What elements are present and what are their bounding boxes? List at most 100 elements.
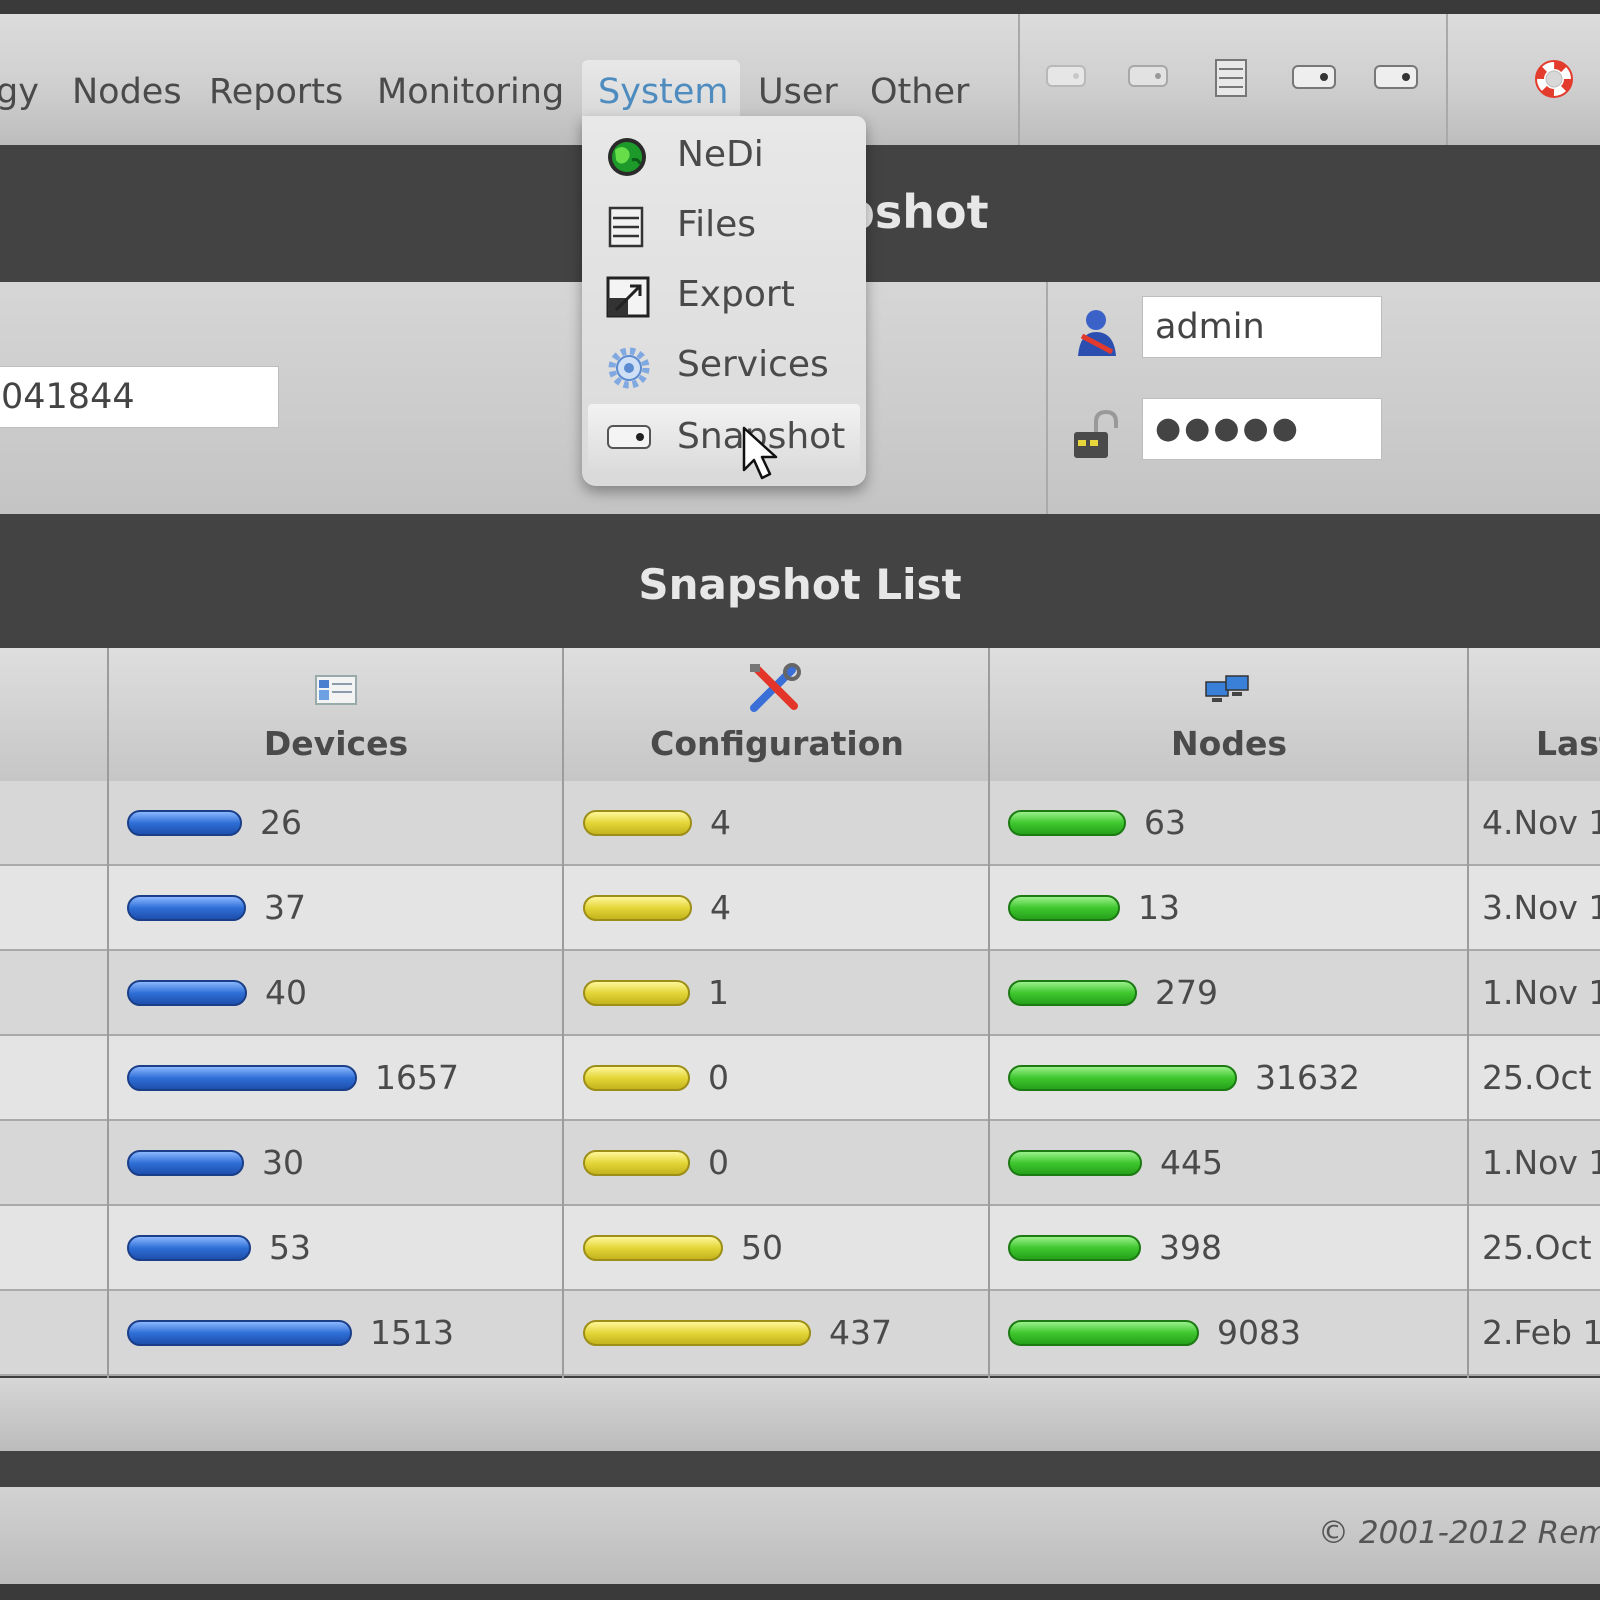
menubar-separator xyxy=(1446,14,1448,145)
menu-monitoring[interactable]: Monitoring xyxy=(377,72,564,112)
devices-count-bar xyxy=(127,980,247,1006)
devices-count-bar xyxy=(127,1065,357,1091)
devices-count-value: 40 xyxy=(265,973,307,1012)
table-row[interactable]: 1513 437 9083 2.Feb 1 xyxy=(0,1291,1600,1376)
nodes-count-bar xyxy=(1008,1065,1237,1091)
table-row[interactable]: 1657 0 31632 25.Oct xyxy=(0,1036,1600,1121)
configuration-count-bar xyxy=(583,1065,690,1091)
devices-count-value: 37 xyxy=(264,888,306,927)
file-cabinet-icon xyxy=(608,206,644,248)
lifebuoy-icon[interactable] xyxy=(1532,57,1576,101)
table-row[interactable]: 53 50 398 25.Oct xyxy=(0,1206,1600,1291)
configuration-count-value: 0 xyxy=(708,1058,729,1097)
nodes-count-bar xyxy=(1008,1150,1142,1176)
devices-count-value: 1513 xyxy=(370,1313,454,1352)
devices-count-bar xyxy=(127,1150,244,1176)
menu-user[interactable]: User xyxy=(758,72,838,112)
nodes-count-bar xyxy=(1008,1320,1199,1346)
table-row[interactable]: 37 4 13 3.Nov 1 xyxy=(0,866,1600,951)
dropdown-item-nedi[interactable]: NeDi xyxy=(582,122,866,188)
file-cabinet-icon[interactable] xyxy=(1214,58,1248,98)
device-icon[interactable] xyxy=(1046,62,1086,90)
column-header-configuration[interactable]: Configuration xyxy=(565,724,989,763)
devices-count-bar xyxy=(127,1320,352,1346)
export-icon xyxy=(606,276,650,318)
devices-count-value: 30 xyxy=(262,1143,304,1182)
menu-reports[interactable]: Reports xyxy=(209,72,343,112)
menu-nodes[interactable]: Nodes xyxy=(72,72,182,112)
table-row[interactable]: 26 4 63 4.Nov 1 xyxy=(0,781,1600,866)
table-row[interactable]: 30 0 445 1.Nov 1 xyxy=(0,1121,1600,1206)
configuration-count-value: 0 xyxy=(708,1143,729,1182)
table-row[interactable]: 40 1 279 1.Nov 1 xyxy=(0,951,1600,1036)
menu-other[interactable]: Other xyxy=(870,72,969,112)
configuration-count-bar xyxy=(583,895,692,921)
dropdown-item-snapshot[interactable]: Snapshot xyxy=(588,404,860,470)
nodes-count-value: 31632 xyxy=(1255,1058,1360,1097)
dropdown-item-services[interactable]: Services xyxy=(582,332,866,398)
devices-icon xyxy=(315,675,357,705)
nodes-count-bar xyxy=(1008,810,1126,836)
nodes-count-value: 9083 xyxy=(1217,1313,1301,1352)
configuration-count-bar xyxy=(583,1150,690,1176)
column-header-devices[interactable]: Devices xyxy=(110,724,562,763)
device-icon[interactable] xyxy=(1128,62,1168,90)
dropdown-item-export[interactable]: Export xyxy=(582,262,866,328)
column-divider xyxy=(1467,648,1469,1378)
last-snapshot-date: 25.Oct xyxy=(1482,1228,1592,1267)
copyright-text: © 2001-2012 Remo xyxy=(1318,1515,1600,1551)
configuration-count-bar xyxy=(583,1235,723,1261)
device-icon[interactable] xyxy=(1374,62,1418,92)
configuration-count-value: 4 xyxy=(710,803,731,842)
table-header: Devices Configuration Nodes Last xyxy=(0,648,1600,781)
mouse-cursor-icon xyxy=(742,426,778,480)
column-divider xyxy=(988,648,990,1378)
devices-count-value: 53 xyxy=(269,1228,311,1267)
device-icon[interactable] xyxy=(1292,62,1336,92)
dropdown-item-label: Export xyxy=(677,274,795,315)
devices-count-value: 26 xyxy=(260,803,302,842)
configuration-count-value: 437 xyxy=(829,1313,892,1352)
configuration-count-bar xyxy=(583,1320,811,1346)
nodes-count-bar xyxy=(1008,895,1120,921)
dropdown-item-files[interactable]: Files xyxy=(582,192,866,258)
devices-count-bar xyxy=(127,895,246,921)
column-header-last[interactable]: Last xyxy=(1536,724,1600,763)
nodes-count-value: 13 xyxy=(1138,888,1180,927)
last-snapshot-date: 1.Nov 1 xyxy=(1482,973,1600,1012)
top-edge xyxy=(0,0,1600,14)
dropdown-item-label: Files xyxy=(677,204,756,245)
menu-topology[interactable]: gy xyxy=(0,72,39,112)
nodes-count-value: 445 xyxy=(1160,1143,1223,1182)
username-input[interactable]: admin xyxy=(1142,296,1382,358)
nodes-count-value: 398 xyxy=(1159,1228,1222,1267)
nodes-count-value: 63 xyxy=(1144,803,1186,842)
last-snapshot-date: 3.Nov 1 xyxy=(1482,888,1600,927)
last-snapshot-date: 25.Oct xyxy=(1482,1058,1592,1097)
configuration-count-value: 4 xyxy=(710,888,731,927)
system-dropdown-menu: NeDi Files Export Services Snapshot xyxy=(582,116,866,486)
password-input[interactable]: ●●●●● xyxy=(1142,398,1382,460)
last-snapshot-date: 1.Nov 1 xyxy=(1482,1143,1600,1182)
configuration-count-bar xyxy=(583,980,690,1006)
column-divider xyxy=(562,648,564,1378)
unlock-icon xyxy=(1074,410,1118,458)
last-snapshot-date: 4.Nov 1 xyxy=(1482,803,1600,842)
configuration-count-bar xyxy=(583,810,692,836)
bottom-edge xyxy=(0,1584,1600,1600)
dropdown-item-label: NeDi xyxy=(677,134,764,175)
page-footer: © 2001-2012 Remo xyxy=(0,1487,1600,1584)
snapshot-id-input[interactable]: 041844 xyxy=(0,366,279,428)
configuration-tools-icon xyxy=(750,663,801,712)
column-header-nodes[interactable]: Nodes xyxy=(990,724,1468,763)
configuration-count-value: 1 xyxy=(708,973,729,1012)
device-icon xyxy=(607,425,651,449)
nodes-count-bar xyxy=(1008,980,1137,1006)
menubar-separator xyxy=(1018,14,1020,145)
table-footer xyxy=(0,1378,1600,1451)
globe-icon xyxy=(608,138,646,176)
footer-divider-band xyxy=(0,1451,1600,1487)
nodes-count-bar xyxy=(1008,1235,1141,1261)
column-divider xyxy=(107,648,109,1378)
section-title-band: Snapshot List xyxy=(0,514,1600,648)
